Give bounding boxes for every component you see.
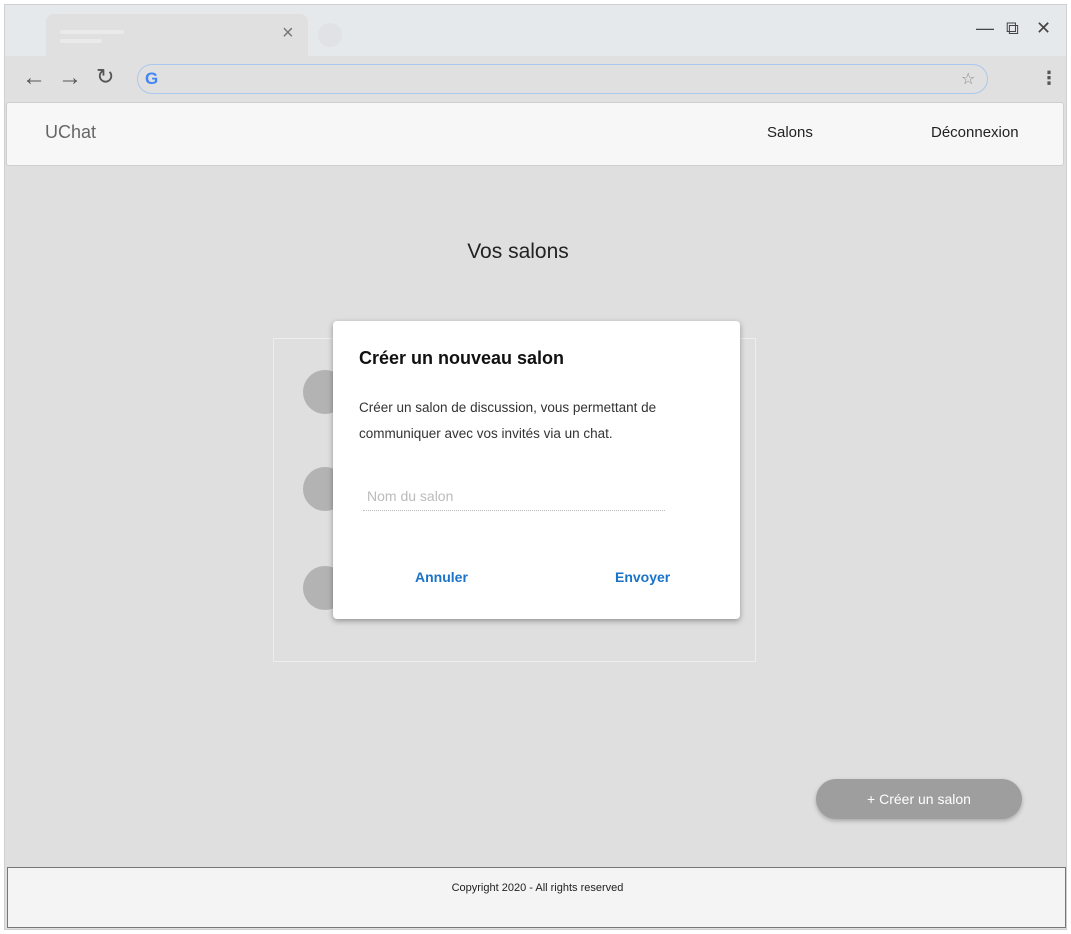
dialog-description: Créer un salon de discussion, vous perme… bbox=[359, 400, 657, 441]
close-icon[interactable]: ✕ bbox=[1036, 18, 1051, 39]
browser-tab[interactable] bbox=[46, 14, 308, 56]
minimize-icon[interactable]: — bbox=[976, 18, 994, 39]
footer: Copyright 2020 - All rights reserved bbox=[7, 867, 1066, 928]
cancel-button[interactable]: Annuler bbox=[415, 569, 468, 585]
reload-icon[interactable]: ↻ bbox=[96, 64, 114, 90]
copyright-text: Copyright 2020 - All rights reserved bbox=[451, 882, 624, 894]
bookmark-star-icon[interactable]: ☆ bbox=[961, 69, 975, 89]
tab-close-icon[interactable]: × bbox=[282, 22, 294, 45]
new-tab-icon[interactable] bbox=[318, 23, 342, 47]
nav-link-salons[interactable]: Salons bbox=[767, 124, 813, 141]
tab-title-placeholder bbox=[60, 39, 102, 43]
page-title: Vos salons bbox=[467, 240, 569, 263]
browser-menu-icon[interactable]: ⋮ bbox=[1040, 68, 1058, 89]
create-room-dialog: Créer un nouveau salon Créer un salon de… bbox=[333, 321, 740, 619]
nav-link-logout[interactable]: Déconnexion bbox=[931, 124, 1019, 141]
dialog-title: Créer un nouveau salon bbox=[359, 348, 565, 368]
tab-title-placeholder bbox=[60, 30, 124, 34]
restore-icon[interactable]: ⧉ bbox=[1006, 18, 1019, 39]
back-icon[interactable]: ← bbox=[22, 64, 46, 92]
brand-logo[interactable]: UChat bbox=[45, 122, 96, 143]
forward-icon[interactable]: → bbox=[58, 64, 82, 92]
google-icon: G bbox=[145, 69, 159, 88]
app-navbar bbox=[6, 102, 1064, 166]
submit-button[interactable]: Envoyer bbox=[615, 569, 670, 585]
create-room-button[interactable]: + Créer un salon bbox=[816, 779, 1022, 819]
address-bar[interactable] bbox=[137, 64, 988, 94]
room-name-input[interactable] bbox=[363, 481, 665, 511]
